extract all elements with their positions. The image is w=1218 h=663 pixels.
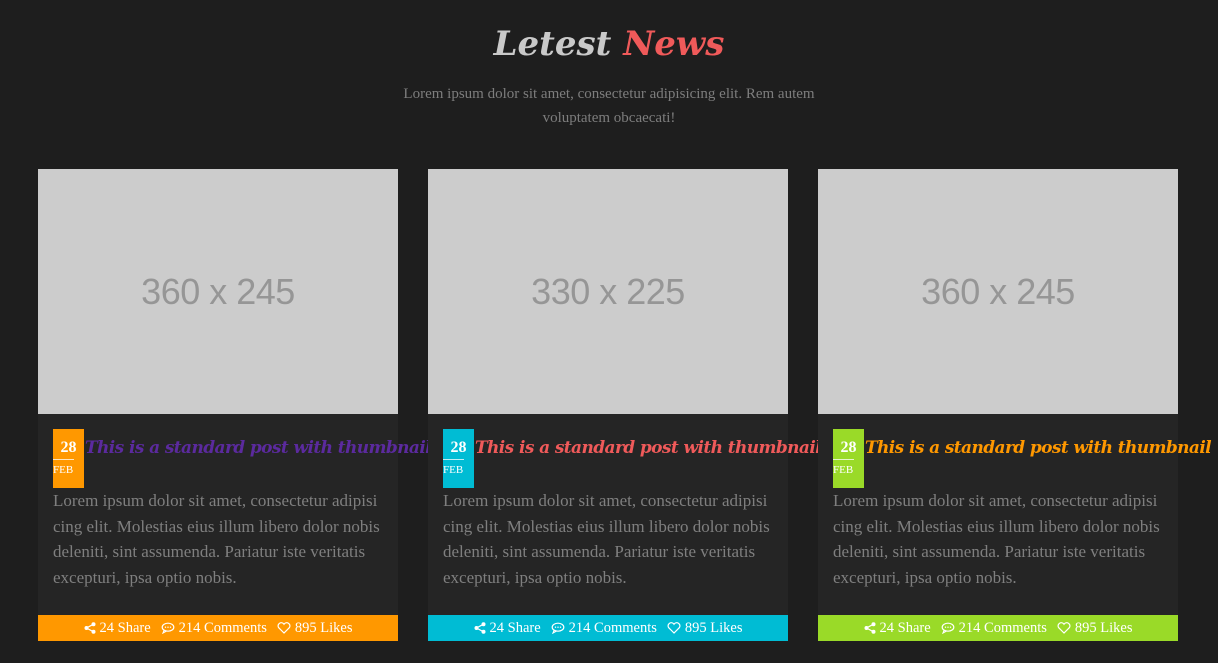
- likes-link[interactable]: 895 Likes: [667, 619, 743, 637]
- post-meta-bar: 24 Share 214 Comments 895 Likes: [428, 615, 788, 641]
- share-icon: [474, 622, 486, 634]
- heart-icon: [277, 622, 291, 634]
- post-meta-bar: 24 Share 214 Comments 895 Likes: [38, 615, 398, 641]
- date-badge: 28 FEB: [443, 429, 474, 488]
- share-count: 24 Share: [489, 619, 541, 636]
- likes-link[interactable]: 895 Likes: [1057, 619, 1133, 637]
- post-title-link[interactable]: This is a standard post with thumbnail: [475, 436, 822, 460]
- share-icon: [864, 622, 876, 634]
- news-cards: 360 x 245 28 FEB This is a standard post…: [38, 169, 1212, 641]
- heart-icon: [1057, 622, 1071, 634]
- section-title: Letest News: [0, 22, 1218, 66]
- section-title-part2: News: [623, 24, 725, 64]
- comment-count: 214 Comments: [568, 619, 657, 636]
- heart-icon: [667, 622, 681, 634]
- news-card[interactable]: 360 x 245 28 FEB This is a standard post…: [818, 169, 1212, 641]
- likes-link[interactable]: 895 Likes: [277, 619, 353, 637]
- post-title-link[interactable]: This is a standard post with thumbnail: [865, 436, 1212, 460]
- comment-count: 214 Comments: [178, 619, 267, 636]
- comment-icon: [941, 622, 955, 634]
- news-card[interactable]: 330 x 225 28 FEB This is a standard post…: [428, 169, 822, 641]
- comment-icon: [551, 622, 565, 634]
- comments-link[interactable]: 214 Comments: [161, 620, 267, 637]
- section-title-part1: Letest: [493, 24, 612, 64]
- card-thumbnail[interactable]: 360 x 245: [818, 169, 1178, 414]
- date-month: FEB: [53, 464, 74, 476]
- share-icon: [84, 622, 96, 634]
- share-count: 24 Share: [99, 619, 151, 636]
- date-day: 28: [450, 439, 467, 456]
- share-count: 24 Share: [879, 619, 931, 636]
- comments-link[interactable]: 214 Comments: [551, 620, 657, 637]
- share-link[interactable]: 24 Share: [474, 620, 541, 637]
- comment-count: 214 Comments: [958, 619, 1047, 636]
- date-day: 28: [840, 439, 857, 456]
- like-count: 895 Likes: [1074, 619, 1133, 636]
- news-card[interactable]: 360 x 245 28 FEB This is a standard post…: [38, 169, 432, 641]
- date-month: FEB: [833, 464, 854, 476]
- comment-icon: [161, 622, 175, 634]
- like-count: 895 Likes: [294, 619, 353, 636]
- post-excerpt: Lorem ipsum dolor sit amet, consectetur …: [53, 491, 380, 587]
- like-count: 895 Likes: [684, 619, 743, 636]
- card-thumbnail[interactable]: 360 x 245: [38, 169, 398, 414]
- card-thumbnail[interactable]: 330 x 225: [428, 169, 788, 414]
- section-subtitle: Lorem ipsum dolor sit amet, consectetur …: [403, 86, 815, 126]
- date-month: FEB: [443, 464, 464, 476]
- post-excerpt: Lorem ipsum dolor sit amet, consectetur …: [833, 491, 1160, 587]
- share-link[interactable]: 24 Share: [84, 620, 151, 637]
- date-day: 28: [60, 439, 77, 456]
- comments-link[interactable]: 214 Comments: [941, 620, 1047, 637]
- post-title-link[interactable]: This is a standard post with thumbnail: [85, 436, 432, 460]
- post-meta-bar: 24 Share 214 Comments 895 Likes: [818, 615, 1178, 641]
- share-link[interactable]: 24 Share: [864, 620, 931, 637]
- post-excerpt: Lorem ipsum dolor sit amet, consectetur …: [443, 491, 770, 587]
- date-badge: 28 FEB: [833, 429, 864, 488]
- date-badge: 28 FEB: [53, 429, 84, 488]
